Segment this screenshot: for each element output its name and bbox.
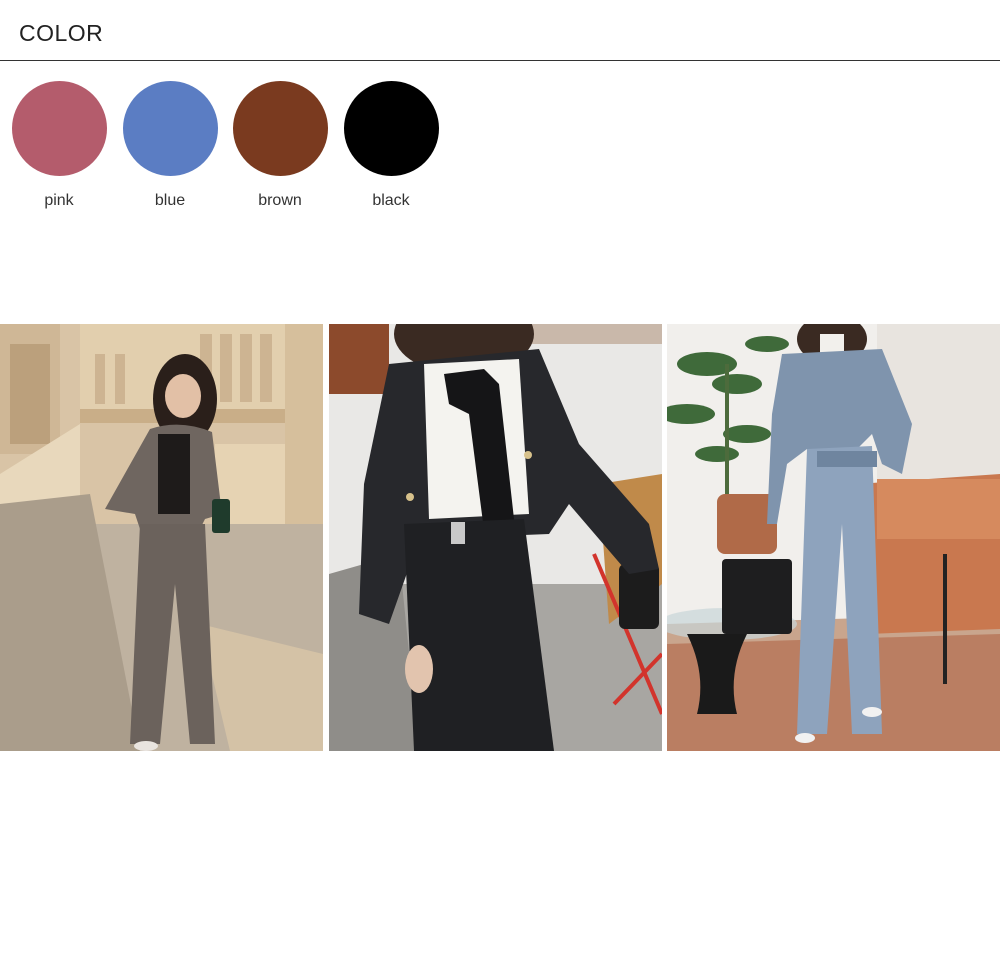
swatch-black[interactable]: black <box>336 78 446 218</box>
swatch-pink[interactable]: pink <box>4 78 114 218</box>
swatch-circle-brown[interactable] <box>232 81 328 176</box>
brown-suit-illustration <box>0 324 323 751</box>
swatch-circle-blue[interactable] <box>122 81 218 176</box>
color-swatch-list: pink blue brown black <box>0 78 460 218</box>
swatch-label: brown <box>258 192 302 209</box>
swatch-label: pink <box>44 192 74 209</box>
swatch-blue[interactable]: blue <box>115 78 225 218</box>
section-title: COLOR <box>19 20 104 46</box>
swatch-label: black <box>372 192 410 209</box>
swatch-label: blue <box>154 192 186 209</box>
black-suit-photo <box>329 324 662 751</box>
brown-suit-photo <box>0 324 323 751</box>
product-photo-row <box>0 324 1000 751</box>
color-section-header: COLOR <box>0 0 1000 61</box>
swatch-brown[interactable]: brown <box>225 78 335 218</box>
blue-suit-illustration <box>667 324 1000 751</box>
black-suit-illustration <box>329 324 662 751</box>
swatch-circle-pink[interactable] <box>11 81 107 176</box>
swatch-circle-black[interactable] <box>343 81 439 176</box>
blue-suit-photo <box>667 324 1000 751</box>
